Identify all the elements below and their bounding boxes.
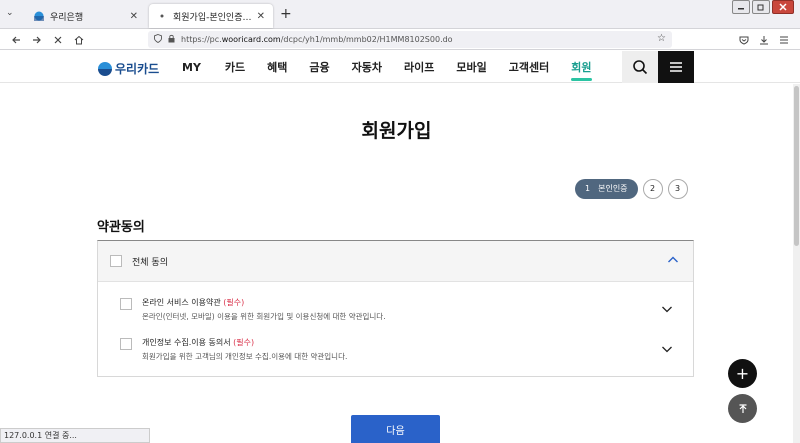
restore-icon[interactable]	[752, 0, 770, 14]
term-checkbox[interactable]	[120, 298, 132, 310]
required-badge: (필수)	[223, 298, 245, 307]
scroll-top-button[interactable]	[728, 394, 757, 423]
browser-tab-signup[interactable]: 회원가입-본인인증 | 우리카드 ✕	[149, 4, 273, 28]
window-controls	[732, 0, 794, 14]
bookmark-star-icon[interactable]: ☆	[657, 33, 666, 44]
nav-item-benefit[interactable]: 혜택	[267, 51, 287, 83]
agree-all-label: 전체 동의	[132, 257, 168, 268]
step-3: 3	[667, 178, 688, 199]
woori-card-logo[interactable]: 우리카드	[98, 60, 159, 77]
hamburger-icon	[670, 62, 682, 72]
next-button[interactable]: 다음	[351, 415, 440, 443]
nav-item-my[interactable]: MY	[182, 51, 201, 83]
window-close-icon[interactable]	[772, 0, 794, 14]
step-number: 1	[585, 184, 591, 193]
pocket-icon[interactable]	[736, 32, 752, 48]
nav-item-customer-center[interactable]: 고객센터	[509, 51, 549, 83]
minimize-icon[interactable]	[732, 0, 750, 14]
nav-item-card[interactable]: 카드	[225, 51, 245, 83]
page-scrollbar[interactable]	[793, 84, 800, 443]
term-title: 온라인 서비스 이용약관 (필수)	[142, 298, 245, 307]
agree-all-row[interactable]: 전체 동의	[98, 241, 693, 282]
woori-logo-icon	[98, 61, 112, 76]
scrollbar-thumb[interactable]	[794, 86, 799, 246]
chevron-down-icon[interactable]	[661, 303, 673, 315]
lock-icon[interactable]	[168, 34, 175, 46]
browser-tab-bar: ⌄ 우리은행 ✕ 회원가입-본인인증 | 우리카드 ✕ +	[0, 0, 800, 29]
shield-icon[interactable]	[154, 33, 162, 46]
back-icon[interactable]	[8, 32, 24, 48]
step-current: 1 본인인증	[575, 178, 638, 199]
app-menu-icon[interactable]	[776, 32, 792, 48]
nav-item-member[interactable]: 회원	[571, 51, 592, 83]
close-tab-icon[interactable]: ✕	[130, 11, 138, 22]
site-header: 우리카드 MY 카드 혜택 금융 자동차 라이프 모바일 고객센터 회원	[0, 51, 800, 83]
close-tab-icon[interactable]: ✕	[257, 11, 265, 22]
section-title: 약관동의	[97, 220, 145, 235]
forward-icon[interactable]	[29, 32, 45, 48]
browser-tab-woori-bank[interactable]: 우리은행 ✕	[26, 4, 146, 28]
stop-loading-icon[interactable]	[50, 32, 66, 48]
woori-bank-favicon-icon	[34, 11, 44, 21]
quick-menu-button[interactable]: +	[728, 359, 757, 388]
signup-steps: 1 본인인증 2 3	[575, 178, 688, 199]
new-tab-button[interactable]: +	[280, 6, 292, 22]
step-2: 2	[642, 178, 663, 199]
tab-title: 회원가입-본인인증 | 우리카드	[173, 12, 253, 23]
site-menu-button[interactable]	[658, 51, 694, 83]
site-search-button[interactable]	[622, 51, 658, 83]
status-bar: 127.0.0.1 연결 중...	[0, 428, 150, 443]
step-label: 본인인증	[598, 184, 628, 193]
nav-item-life[interactable]: 라이프	[404, 51, 434, 83]
downloads-icon[interactable]	[756, 32, 772, 48]
term-description: 온라인(인터넷, 모바일) 이용을 위한 회원가입 및 이용신청에 대한 약관입…	[142, 312, 386, 321]
required-badge: (필수)	[233, 338, 255, 347]
url-text: https://pc.wooricard.com/dcpc/yh1/mmb/mm…	[181, 35, 453, 44]
nav-item-car[interactable]: 자동차	[352, 51, 382, 83]
arrow-up-icon	[739, 403, 746, 413]
page-title: 회원가입	[361, 120, 432, 142]
browser-nav-bar: https://pc.wooricard.com/dcpc/yh1/mmb/mm…	[0, 29, 800, 50]
search-icon	[633, 60, 648, 75]
chevron-up-icon[interactable]	[667, 254, 679, 266]
logo-text: 우리카드	[115, 62, 160, 76]
term-checkbox[interactable]	[120, 338, 132, 350]
terms-agreement-box: 전체 동의 온라인 서비스 이용약관 (필수) 온라인(인터넷, 모바일) 이용…	[97, 240, 694, 377]
nav-item-finance[interactable]: 금융	[309, 51, 329, 83]
chevron-down-icon[interactable]	[661, 343, 673, 355]
home-icon[interactable]	[71, 32, 87, 48]
tab-title: 우리은행	[50, 12, 84, 23]
tab-list-icon[interactable]: ⌄	[6, 8, 14, 18]
loading-dot-icon	[157, 11, 167, 21]
agree-all-checkbox[interactable]	[110, 255, 122, 267]
nav-item-mobile[interactable]: 모바일	[456, 51, 486, 83]
term-title: 개인정보 수집.이용 동의서 (필수)	[142, 338, 255, 347]
main-nav: MY 카드 혜택 금융 자동차 라이프 모바일 고객센터 회원	[170, 51, 592, 83]
term-description: 회원가입을 위한 고객님의 개인정보 수집.이용에 대한 약관입니다.	[142, 352, 348, 361]
address-bar[interactable]: https://pc.wooricard.com/dcpc/yh1/mmb/mm…	[148, 31, 672, 48]
